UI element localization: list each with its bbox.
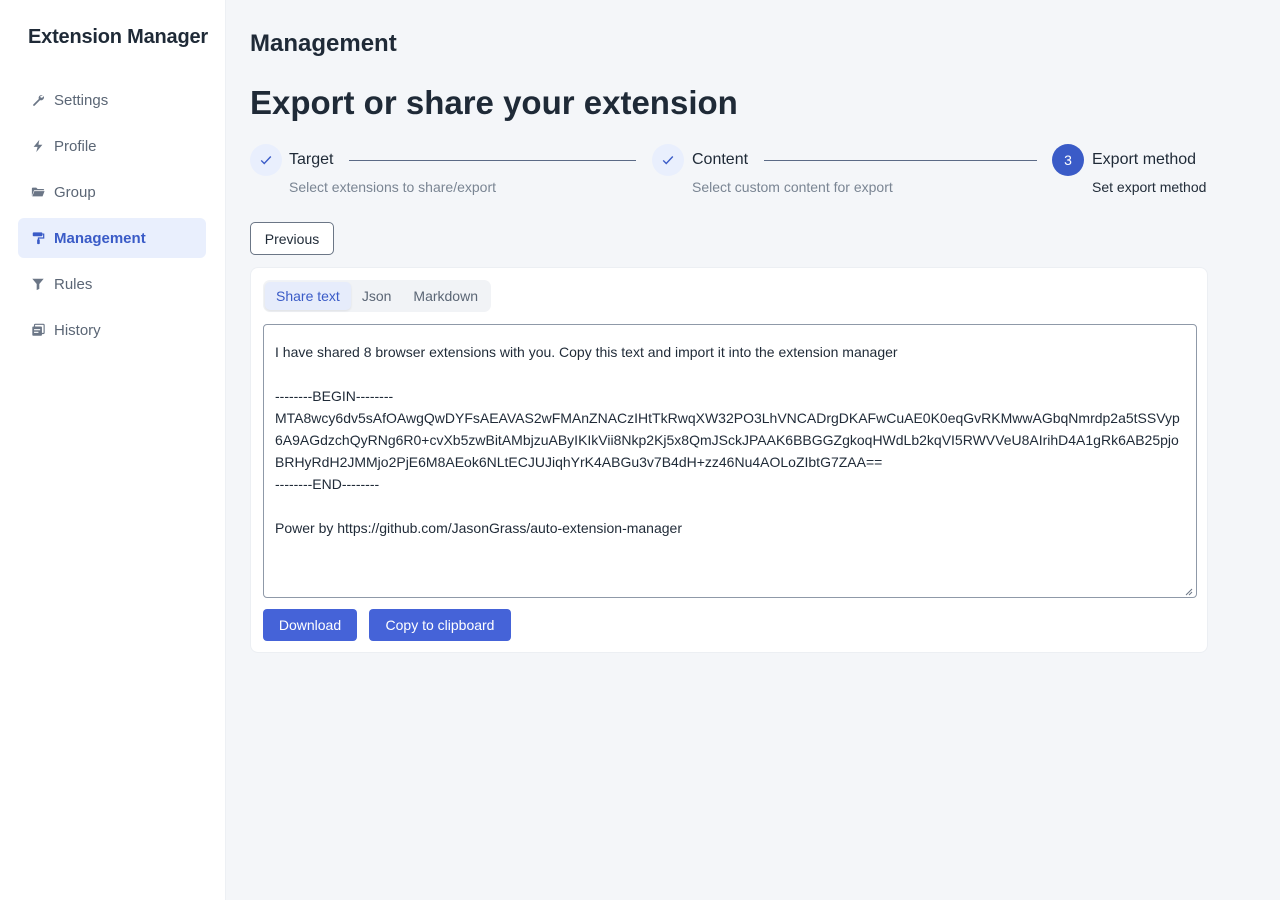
filter-icon xyxy=(30,276,46,292)
export-format-tabs: Share text Json Markdown xyxy=(263,280,491,312)
bolt-icon xyxy=(30,138,46,154)
step-content-label: Content xyxy=(692,151,749,168)
step-connector xyxy=(349,160,636,161)
app-title: Extension Manager xyxy=(28,26,208,48)
step-target-check-icon xyxy=(250,144,282,176)
step-target-description: Select extensions to share/export xyxy=(289,179,497,195)
folder-icon xyxy=(30,184,46,200)
page-title: Export or share your extension xyxy=(250,84,738,121)
paint-roller-icon xyxy=(30,230,46,246)
sidebar-nav: Settings Profile Group Management Rules xyxy=(18,80,206,356)
sidebar-item-rules[interactable]: Rules xyxy=(18,264,206,304)
wrench-icon xyxy=(30,92,46,108)
step-content-description: Select custom content for export xyxy=(692,179,893,195)
sidebar: Extension Manager Settings Profile Group… xyxy=(0,0,226,900)
history-icon xyxy=(30,322,46,338)
resize-handle-icon[interactable] xyxy=(1183,586,1193,596)
section-title: Management xyxy=(250,30,397,57)
step-content-check-icon xyxy=(652,144,684,176)
copy-to-clipboard-button[interactable]: Copy to clipboard xyxy=(369,609,511,641)
tab-share-text[interactable]: Share text xyxy=(265,282,351,310)
sidebar-item-label: Settings xyxy=(54,91,109,109)
sidebar-item-label: Management xyxy=(54,229,146,247)
step-export-method-label: Export method xyxy=(1092,151,1197,168)
sidebar-item-label: Group xyxy=(54,183,96,201)
sidebar-item-label: Rules xyxy=(54,275,93,293)
sidebar-item-management[interactable]: Management xyxy=(18,218,206,258)
share-text-area[interactable]: I have shared 8 browser extensions with … xyxy=(263,324,1197,598)
step-export-method-number: 3 xyxy=(1052,144,1084,176)
sidebar-item-label: History xyxy=(54,321,101,339)
export-card: Share text Json Markdown I have shared 8… xyxy=(250,267,1208,653)
sidebar-item-group[interactable]: Group xyxy=(18,172,206,212)
sidebar-item-label: Profile xyxy=(54,137,97,155)
tab-markdown[interactable]: Markdown xyxy=(402,282,489,310)
step-target-label: Target xyxy=(289,151,334,168)
previous-button[interactable]: Previous xyxy=(250,222,334,255)
step-export-method-description: Set export method xyxy=(1092,179,1207,195)
sidebar-item-profile[interactable]: Profile xyxy=(18,126,206,166)
stepper: Target Select extensions to share/export… xyxy=(250,144,1210,200)
sidebar-item-settings[interactable]: Settings xyxy=(18,80,206,120)
sidebar-item-history[interactable]: History xyxy=(18,310,206,350)
download-button[interactable]: Download xyxy=(263,609,357,641)
tab-json[interactable]: Json xyxy=(351,282,403,310)
step-connector xyxy=(764,160,1037,161)
